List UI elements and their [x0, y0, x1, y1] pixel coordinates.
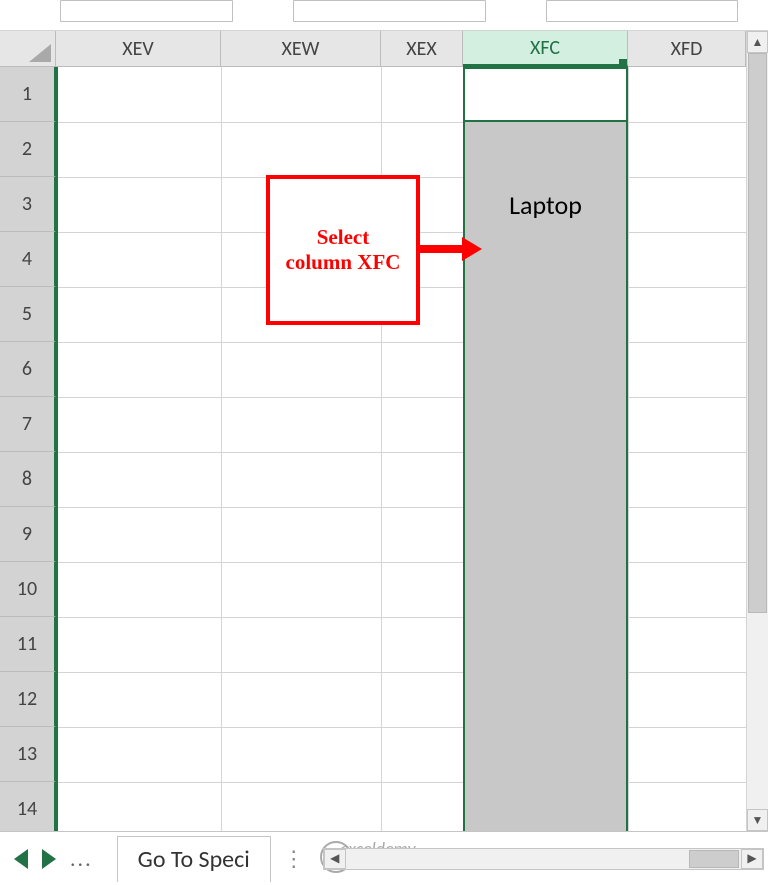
column-header-xfc[interactable]: XFC	[463, 31, 628, 67]
row-header[interactable]: 14	[0, 782, 56, 837]
gridline	[221, 67, 222, 831]
left-border-highlight	[56, 67, 58, 831]
gridline	[628, 67, 629, 831]
row-header[interactable]: 4	[0, 232, 56, 287]
sheet-tab[interactable]: Go To Speci	[117, 836, 271, 882]
sheet-nav: ...	[0, 845, 107, 872]
row-header[interactable]: 5	[0, 287, 56, 342]
sheet-tab-bar: ... Go To Speci exceldemy EXCEL · DATA ·…	[0, 831, 768, 885]
scroll-right-icon[interactable]: ▶	[741, 849, 763, 869]
row-header[interactable]: 13	[0, 727, 56, 782]
prev-sheet-icon[interactable]	[14, 849, 28, 869]
tab-overflow-icon[interactable]: ⋮	[271, 845, 319, 872]
gridline	[56, 562, 746, 563]
callout-line2: column XFC	[286, 250, 401, 274]
cell-value: Laptop	[463, 177, 628, 232]
row-header[interactable]: 8	[0, 452, 56, 507]
toolbar-box-2	[293, 0, 485, 22]
column-header-xew[interactable]: XEW	[221, 31, 381, 67]
gridline	[56, 782, 746, 783]
gridline	[56, 727, 746, 728]
toolbar-box-1	[60, 0, 233, 22]
column-header-xfd[interactable]: XFD	[628, 31, 746, 67]
gridline	[56, 122, 746, 123]
annotation-arrow-icon	[420, 245, 464, 253]
row-header[interactable]: 3	[0, 177, 56, 232]
sheet-nav-more-icon[interactable]: ...	[70, 845, 93, 872]
row-header[interactable]: 12	[0, 672, 56, 727]
row-header[interactable]: 7	[0, 397, 56, 452]
gridline	[56, 342, 746, 343]
cells-area[interactable]: XEV XEW XEX XFC XFD Lapto	[56, 31, 746, 831]
scroll-left-icon[interactable]: ◀	[324, 849, 346, 869]
column-header-row: XEV XEW XEX XFC XFD	[56, 31, 746, 67]
gridline	[56, 397, 746, 398]
toolbar-box-3	[546, 0, 738, 22]
row-header[interactable]: 1	[0, 67, 56, 122]
scroll-down-icon[interactable]: ▼	[747, 809, 768, 831]
row-header-column: 1 2 3 4 5 6 7 8 9 10 11 12 13 14	[0, 31, 56, 831]
hscroll-thumb[interactable]	[689, 850, 739, 868]
row-header[interactable]: 10	[0, 562, 56, 617]
ribbon-strip	[0, 0, 768, 31]
gridline	[56, 452, 746, 453]
active-cell[interactable]	[463, 67, 628, 122]
gridline	[56, 672, 746, 673]
scroll-thumb[interactable]	[748, 53, 767, 613]
next-sheet-icon[interactable]	[42, 849, 56, 869]
column-header-xev[interactable]: XEV	[56, 31, 221, 67]
callout-line1: Select	[317, 225, 369, 249]
horizontal-scrollbar[interactable]: ◀ ▶	[323, 848, 764, 870]
annotation-callout: Select column XFC	[266, 175, 420, 325]
worksheet-grid: 1 2 3 4 5 6 7 8 9 10 11 12 13 14 XEV XEW…	[0, 31, 768, 831]
row-header[interactable]: 11	[0, 617, 56, 672]
column-header-xex[interactable]: XEX	[381, 31, 463, 67]
gridline	[56, 617, 746, 618]
row-header[interactable]: 9	[0, 507, 56, 562]
row-header[interactable]: 2	[0, 122, 56, 177]
vertical-scrollbar[interactable]: ▲ ▼	[746, 31, 768, 831]
scroll-up-icon[interactable]: ▲	[747, 31, 768, 53]
select-all-corner[interactable]	[0, 31, 56, 67]
gridline	[56, 507, 746, 508]
row-header[interactable]: 6	[0, 342, 56, 397]
